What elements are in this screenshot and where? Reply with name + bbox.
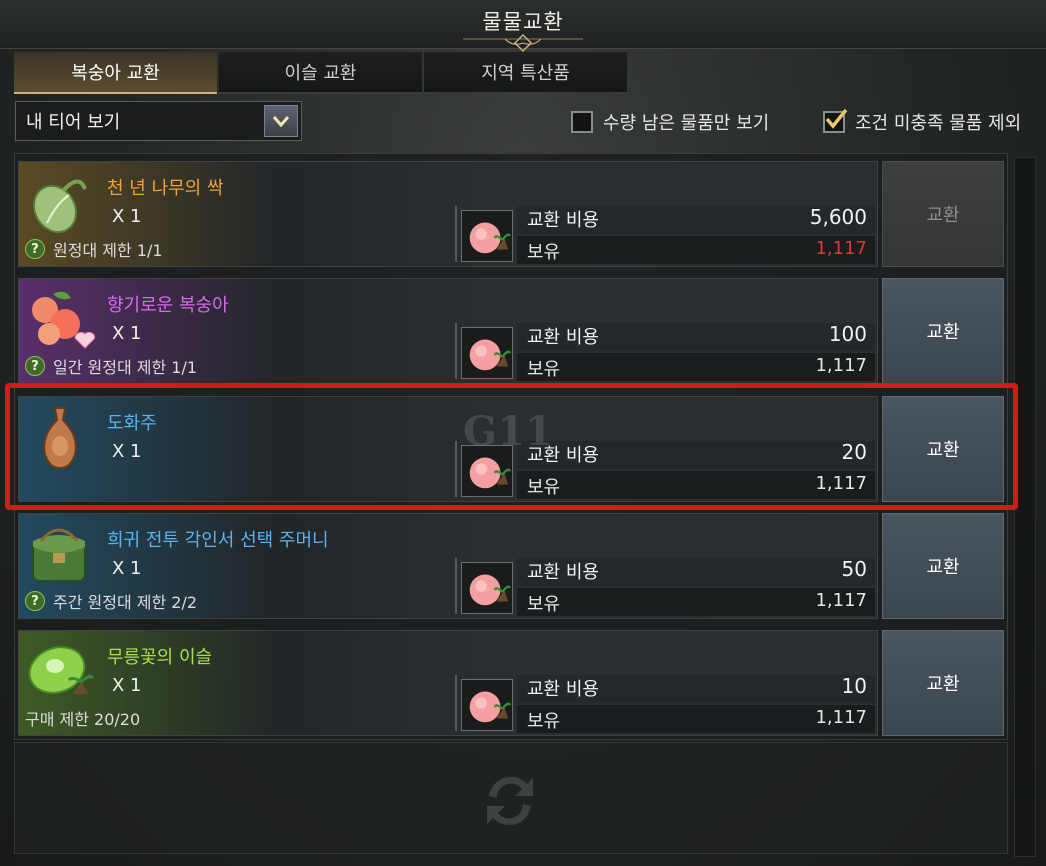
help-icon[interactable]: ? — [25, 239, 45, 259]
owned-value: 1,117 — [815, 707, 867, 728]
cost-band: 교환 비용 50 — [517, 557, 875, 586]
owned-band: 보유 1,117 — [517, 705, 875, 733]
tab-peach-exchange[interactable]: 복숭아 교환 — [14, 52, 217, 94]
checkbox-box[interactable] — [823, 108, 848, 133]
filter-remaining-checkbox[interactable]: 수량 남은 물품만 보기 — [571, 109, 769, 135]
cost-label: 교환 비용 — [527, 327, 599, 348]
owned-value: 1,117 — [815, 590, 867, 611]
owned-value: 1,117 — [815, 355, 867, 376]
dew-icon — [23, 636, 95, 708]
cost-label: 교환 비용 — [527, 210, 599, 231]
item-name: 무릉꽃의 이슬 — [107, 647, 213, 668]
item-limit-text: 원정대 제한 1/1 — [53, 241, 163, 260]
item-name: 천 년 나무의 싹 — [107, 178, 224, 199]
peach-icon — [461, 210, 513, 262]
sprout-icon — [23, 167, 95, 239]
divider — [455, 558, 457, 614]
item-name: 희귀 전투 각인서 선택 주머니 — [107, 530, 329, 551]
tab-dew-exchange[interactable]: 이슬 교환 — [219, 52, 422, 94]
refresh-icon — [487, 776, 533, 826]
tab-regional-specialties[interactable]: 지역 특산품 — [424, 52, 627, 94]
item-row[interactable]: 천 년 나무의 싹 X 1? 원정대 제한 1/1 교환 비용 5,600 보유 1,117 — [18, 161, 878, 267]
window-title: 물물교환 — [482, 10, 564, 34]
owned-label: 보유 — [527, 711, 561, 732]
help-icon[interactable]: ? — [25, 356, 45, 376]
owned-band: 보유 1,117 — [517, 353, 875, 381]
item-row[interactable]: 희귀 전투 각인서 선택 주머니 X 1? 주간 원정대 제한 2/2 교환 비용 50… — [18, 513, 878, 619]
owned-label: 보유 — [527, 242, 561, 263]
exchange-button[interactable]: 교환 — [882, 278, 1004, 384]
item-row[interactable]: 향기로운 복숭아 X 1? 일간 원정대 제한 1/1 교환 비용 100 보유 1,117 — [18, 278, 878, 384]
cost-value: 50 — [841, 557, 867, 581]
peaches-icon — [23, 284, 96, 356]
checkbox-box[interactable] — [571, 111, 593, 133]
peach-icon — [461, 679, 513, 731]
divider — [455, 323, 457, 379]
item-row[interactable]: 무릉꽃의 이슬 X 1 구매 제한 20/20 교환 비용 10 보유 1,117 — [18, 630, 878, 736]
cost-value: 5,600 — [809, 205, 867, 229]
item-quantity: X 1 — [112, 558, 142, 579]
item-quantity: X 1 — [112, 323, 142, 344]
filter-unmet-checkbox[interactable]: 조건 미충족 물품 제외 — [823, 108, 1022, 135]
peach-icon — [461, 562, 513, 614]
chevron-down-icon[interactable] — [264, 105, 298, 137]
divider — [455, 206, 457, 262]
exchange-button[interactable]: 교환 — [882, 513, 1004, 619]
filter-remaining-label: 수량 남은 물품만 보기 — [603, 113, 770, 134]
item-quantity: X 1 — [112, 206, 142, 227]
item-name: 향기로운 복숭아 — [107, 295, 229, 316]
cost-label: 교환 비용 — [527, 679, 599, 700]
item-limit: ? 원정대 제한 1/1 — [25, 237, 163, 261]
peach-icon — [461, 327, 513, 379]
owned-label: 보유 — [527, 594, 561, 615]
item-limit-text: 주간 원정대 제한 2/2 — [53, 593, 198, 612]
owned-band: 보유 1,117 — [517, 588, 875, 616]
cost-band: 교환 비용 5,600 — [517, 205, 875, 234]
item-limit: 구매 제한 20/20 — [25, 706, 140, 730]
pouch-icon — [23, 519, 95, 591]
help-icon[interactable]: ? — [25, 591, 45, 611]
owned-value: 1,117 — [815, 238, 867, 259]
exchange-button[interactable]: 교환 — [882, 630, 1004, 736]
cost-label: 교환 비용 — [527, 562, 599, 583]
checkmark-icon — [825, 108, 848, 129]
divider — [455, 675, 457, 731]
tier-select-value: 내 티어 보기 — [26, 112, 121, 133]
item-limit-text: 구매 제한 20/20 — [25, 710, 141, 729]
item-limit: ? 일간 원정대 제한 1/1 — [25, 354, 197, 378]
cost-value: 100 — [828, 322, 867, 346]
cost-value: 10 — [841, 674, 867, 698]
filter-unmet-label: 조건 미충족 물품 제외 — [855, 113, 1022, 134]
item-limit: ? 주간 원정대 제한 2/2 — [25, 589, 197, 613]
item-quantity: X 1 — [112, 675, 142, 696]
tier-select[interactable]: 내 티어 보기 — [15, 101, 302, 141]
watermark-logo: G11 — [463, 408, 553, 455]
exchange-button[interactable]: 교환 — [882, 161, 1004, 267]
cost-band: 교환 비용 10 — [517, 674, 875, 703]
item-limit-text: 일간 원정대 제한 1/1 — [53, 358, 198, 377]
owned-label: 보유 — [527, 359, 561, 380]
cost-band: 교환 비용 100 — [517, 322, 875, 351]
owned-band: 보유 1,117 — [517, 236, 875, 264]
